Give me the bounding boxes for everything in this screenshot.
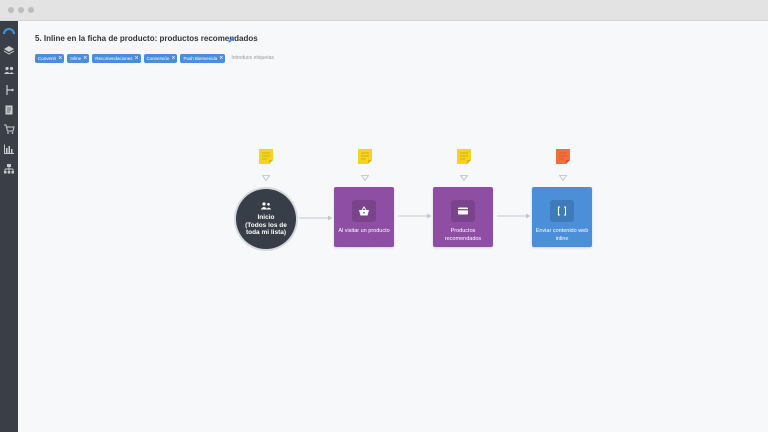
layers-icon[interactable] [3, 44, 15, 56]
connector-down-icon [460, 175, 468, 181]
basket-icon [359, 206, 369, 216]
card-icon [458, 207, 468, 215]
logo-icon[interactable] [3, 25, 15, 37]
tag-label: Conversión [146, 55, 170, 61]
chart-icon[interactable] [3, 143, 15, 155]
connector-down-icon [262, 175, 270, 181]
remove-tag-icon[interactable]: × [83, 54, 87, 63]
window-close-dot[interactable] [8, 7, 14, 13]
tag-chip[interactable]: Recomendaciones × [92, 53, 141, 63]
start-node[interactable]: Inicio (Todos los de toda mi lista) [236, 189, 296, 249]
flow-arrow [299, 215, 333, 221]
step-send-inline-content[interactable]: Enviar contenido web inline [532, 187, 592, 247]
tag-chip[interactable]: Conversión × [143, 53, 178, 63]
edit-title-icon[interactable] [227, 35, 236, 44]
cart-icon[interactable] [3, 123, 15, 135]
workflow-canvas[interactable]: 5. Inline en la ficha de producto: produ… [18, 21, 768, 432]
organization-icon[interactable] [3, 163, 15, 175]
step-label: Productos recomendados [444, 228, 482, 242]
tag-label: Push Bienvenida [183, 55, 218, 61]
tag-input[interactable]: Introduce etiquetas [231, 55, 274, 61]
window-minimize-dot[interactable] [18, 7, 24, 13]
tag-chip[interactable]: Push Bienvenida × [180, 53, 226, 63]
tag-chip[interactable]: Convertir × [35, 53, 65, 63]
remove-tag-icon[interactable]: × [219, 54, 223, 63]
people-icon [260, 202, 272, 210]
flow-arrow [497, 213, 531, 219]
tag-chip[interactable]: Inline × [67, 53, 90, 63]
tag-label: Convertir [38, 55, 57, 61]
note-icon[interactable] [259, 149, 273, 164]
flow-arrow [398, 213, 432, 219]
step-icon-frame [550, 200, 574, 222]
step-label: Enviar contenido web inline [535, 228, 589, 242]
remove-tag-icon[interactable]: × [58, 54, 62, 63]
step-visit-product[interactable]: Al visitar un producto [334, 187, 394, 247]
step-icon-frame [451, 200, 475, 222]
brackets-icon [557, 206, 567, 216]
remove-tag-icon[interactable]: × [135, 54, 139, 63]
window-maximize-dot[interactable] [28, 7, 34, 13]
document-icon[interactable] [3, 104, 15, 116]
step-recommended-products[interactable]: Productos recomendados [433, 187, 493, 247]
automation-icon[interactable] [3, 84, 15, 96]
step-icon-frame [352, 200, 376, 222]
connector-down-icon [361, 175, 369, 181]
contacts-icon[interactable] [3, 64, 15, 76]
start-node-label: Inicio (Todos los de toda mi lista) [245, 214, 287, 236]
remove-tag-icon[interactable]: × [171, 54, 175, 63]
window-titlebar [0, 0, 768, 21]
page-title: 5. Inline en la ficha de producto: produ… [35, 34, 258, 43]
tag-label: Recomendaciones [95, 55, 133, 61]
tag-list: Convertir × Inline × Recomendaciones × C… [35, 53, 274, 63]
note-icon[interactable] [457, 149, 471, 164]
connector-down-icon [559, 175, 567, 181]
step-label: Al visitar un producto [338, 228, 390, 234]
note-icon[interactable] [556, 149, 570, 164]
sidebar [0, 21, 18, 432]
note-icon[interactable] [358, 149, 372, 164]
tag-label: Inline [70, 55, 82, 61]
